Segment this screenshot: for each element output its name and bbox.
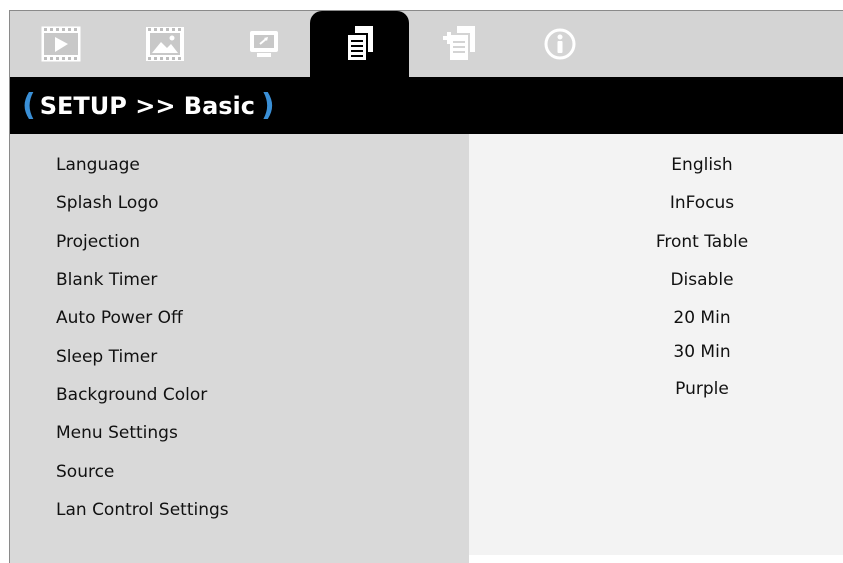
header-close-paren: ) xyxy=(261,87,275,123)
menu-item-blank-timer[interactable]: Blank Timer xyxy=(56,270,157,290)
menu-values-column: English InFocus Front Table Disable 20 M… xyxy=(469,134,843,555)
header-open-paren: ( xyxy=(22,87,36,123)
value-sleep-timer[interactable]: 30 Min xyxy=(469,342,843,362)
menu-item-source[interactable]: Source xyxy=(56,462,114,482)
menu-labels-column: Language Splash Logo Projection Blank Ti… xyxy=(10,134,469,563)
menu-item-auto-power-off[interactable]: Auto Power Off xyxy=(56,308,183,328)
tab-setup-basic[interactable] xyxy=(310,11,409,77)
menu-item-splash-logo[interactable]: Splash Logo xyxy=(56,193,159,213)
osd-menu: ( SETUP >> Basic ) Language Splash Logo … xyxy=(9,10,843,563)
tab-screen[interactable] xyxy=(243,11,285,77)
page-title: SETUP >> Basic xyxy=(39,91,256,120)
menu-item-lan-control-settings[interactable]: Lan Control Settings xyxy=(56,500,229,520)
value-language[interactable]: English xyxy=(469,155,843,175)
picture-frame-icon xyxy=(145,26,185,62)
menu-item-background-color[interactable]: Background Color xyxy=(56,385,207,405)
menu-item-sleep-timer[interactable]: Sleep Timer xyxy=(56,347,157,367)
film-play-icon xyxy=(41,26,81,62)
value-splash-logo[interactable]: InFocus xyxy=(469,193,843,213)
monitor-icon xyxy=(247,27,281,61)
documents-icon xyxy=(343,24,377,64)
value-projection[interactable]: Front Table xyxy=(469,232,843,252)
value-blank-timer[interactable]: Disable xyxy=(469,270,843,290)
tab-bar xyxy=(10,11,843,77)
info-circle-icon xyxy=(543,27,577,61)
menu-header: ( SETUP >> Basic ) xyxy=(10,77,843,134)
add-document-icon xyxy=(441,24,479,64)
menu-item-language[interactable]: Language xyxy=(56,155,140,175)
tab-display[interactable] xyxy=(142,11,188,77)
tab-setup-advanced[interactable] xyxy=(438,11,482,77)
value-background-color[interactable]: Purple xyxy=(469,379,843,399)
tab-image[interactable] xyxy=(38,11,84,77)
menu-item-menu-settings[interactable]: Menu Settings xyxy=(56,423,178,443)
menu-item-projection[interactable]: Projection xyxy=(56,232,140,252)
tab-information[interactable] xyxy=(540,11,580,77)
value-auto-power-off[interactable]: 20 Min xyxy=(469,308,843,328)
